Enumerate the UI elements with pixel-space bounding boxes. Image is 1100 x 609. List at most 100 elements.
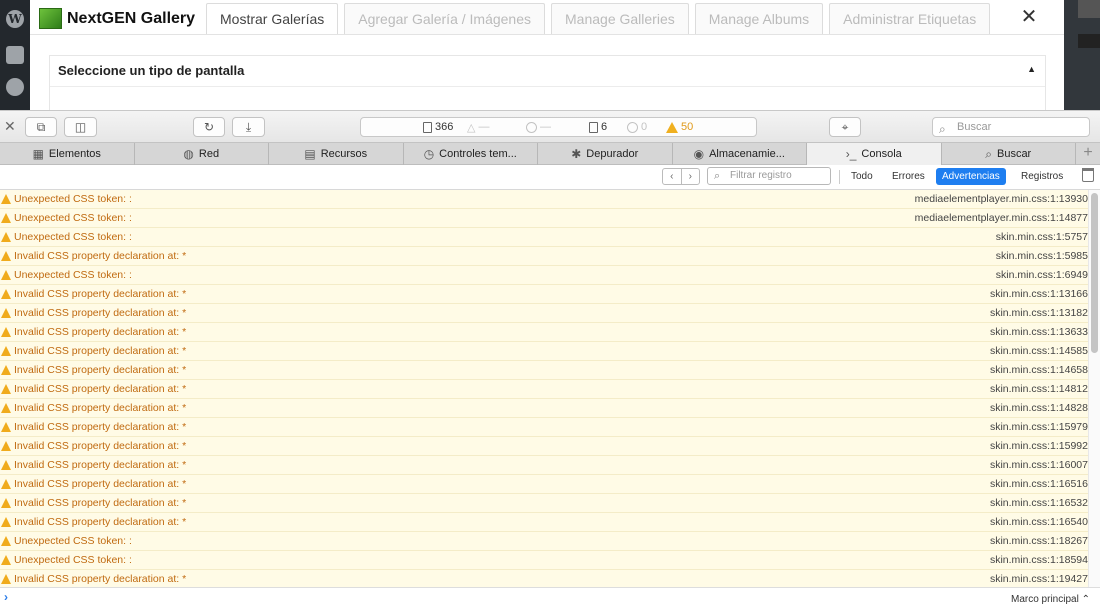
log-source-link[interactable]: skin.min.css:1:16540 — [990, 513, 1088, 531]
brand-name: NextGEN Gallery — [67, 9, 196, 27]
log-source-link[interactable]: skin.min.css:1:18594 — [990, 551, 1088, 569]
frame-selector[interactable]: Marco principal ⌃ — [1011, 594, 1090, 605]
log-row[interactable]: Invalid CSS property declaration at: * sk… — [0, 323, 1088, 342]
warning-icon — [1, 479, 11, 489]
log-row[interactable]: Unexpected CSS token: : skin.min.css:1:18… — [0, 551, 1088, 570]
nextgen-logo-icon — [39, 8, 62, 29]
tab-network[interactable]: ◍ Red — [135, 143, 269, 165]
log-message: Invalid CSS property declaration at: * — [14, 345, 187, 357]
log-row[interactable]: Invalid CSS property declaration at: * sk… — [0, 418, 1088, 437]
log-source-link[interactable]: skin.min.css:1:16007 — [990, 456, 1088, 474]
tab-console[interactable]: ›_ Consola — [807, 143, 942, 165]
console-log-list[interactable]: Unexpected CSS token: : mediaelementplaye… — [0, 190, 1088, 587]
log-row[interactable]: Invalid CSS property declaration at: * sk… — [0, 361, 1088, 380]
log-source-link[interactable]: mediaelementplayer.min.css:1:13930 — [915, 190, 1088, 208]
log-row[interactable]: Invalid CSS property declaration at: * sk… — [0, 342, 1088, 361]
log-row[interactable]: Unexpected CSS token: : mediaelementplaye… — [0, 209, 1088, 228]
gallery-tab[interactable]: Manage Albums — [694, 3, 824, 34]
download-button[interactable]: ⤓ — [232, 117, 265, 137]
log-row[interactable]: Unexpected CSS token: : skin.min.css:1:57… — [0, 228, 1088, 247]
gallery-tab[interactable]: Manage Galleries — [551, 3, 689, 34]
log-row[interactable]: Invalid CSS property declaration at: * sk… — [0, 285, 1088, 304]
log-source-link[interactable]: skin.min.css:1:18267 — [990, 532, 1088, 550]
log-row[interactable]: Invalid CSS property declaration at: * sk… — [0, 494, 1088, 513]
dock-mode-button[interactable]: ⧉ — [25, 117, 57, 137]
collapse-caret-icon[interactable]: ▲ — [1027, 64, 1036, 74]
log-source-link[interactable]: skin.min.css:1:6949 — [996, 266, 1088, 284]
scrollbar-thumb[interactable] — [1091, 193, 1098, 353]
log-message: Invalid CSS property declaration at: * — [14, 307, 187, 319]
log-source-link[interactable]: skin.min.css:1:5757 — [996, 228, 1088, 246]
log-message: Unexpected CSS token: : — [14, 269, 132, 281]
log-row[interactable]: Invalid CSS property declaration at: * sk… — [0, 380, 1088, 399]
filter-errors-button[interactable]: Errores — [886, 168, 931, 185]
media-icon[interactable] — [6, 78, 24, 96]
log-source-link[interactable]: skin.min.css:1:15992 — [990, 437, 1088, 455]
log-row[interactable]: Unexpected CSS token: : skin.min.css:1:69… — [0, 266, 1088, 285]
gallery-tab[interactable]: Administrar Etiquetas — [829, 3, 991, 34]
log-row[interactable]: Invalid CSS property declaration at: * sk… — [0, 456, 1088, 475]
log-row[interactable]: Unexpected CSS token: : skin.min.css:1:18… — [0, 532, 1088, 551]
gallery-tab[interactable]: Mostrar Galerías — [206, 3, 339, 34]
log-row[interactable]: Invalid CSS property declaration at: * sk… — [0, 570, 1088, 587]
dashboard-icon[interactable] — [6, 46, 24, 64]
history-nav[interactable]: ‹ › — [662, 168, 700, 185]
log-source-link[interactable]: skin.min.css:1:14658 — [990, 361, 1088, 379]
clear-console-trash-icon[interactable] — [1082, 168, 1094, 182]
log-row[interactable]: Invalid CSS property declaration at: * sk… — [0, 513, 1088, 532]
log-source-link[interactable]: skin.min.css:1:19427 — [990, 570, 1088, 587]
warning-count[interactable]: 50 — [666, 121, 693, 133]
log-row[interactable]: Invalid CSS property declaration at: * sk… — [0, 247, 1088, 266]
filter-log-input[interactable]: ⌕ Filtrar registro — [707, 167, 831, 185]
back-arrow-icon[interactable]: ‹ — [663, 169, 682, 184]
filter-warnings-button[interactable]: Advertencias — [936, 168, 1006, 185]
warning-icon — [1, 422, 11, 432]
inspect-element-button[interactable]: ⌖ — [829, 117, 861, 137]
log-row[interactable]: Invalid CSS property declaration at: * sk… — [0, 475, 1088, 494]
close-inspector-icon[interactable]: ✕ — [4, 118, 16, 135]
avatar[interactable] — [1078, 0, 1100, 18]
log-row[interactable]: Invalid CSS property declaration at: * sk… — [0, 304, 1088, 323]
log-scrollbar[interactable] — [1088, 190, 1100, 587]
log-source-link[interactable]: mediaelementplayer.min.css:1:14877 — [915, 209, 1088, 227]
tab-resources[interactable]: ▤ Recursos — [269, 143, 404, 165]
tab-debugger[interactable]: ✱ Depurador — [538, 143, 673, 165]
tab-elements[interactable]: ▦ Elementos — [0, 143, 135, 165]
close-modal-button[interactable]: ✕ — [1016, 4, 1042, 30]
log-row[interactable]: Invalid CSS property declaration at: * sk… — [0, 437, 1088, 456]
add-tab-button[interactable]: + — [1076, 143, 1100, 165]
log-row[interactable]: Invalid CSS property declaration at: * sk… — [0, 399, 1088, 418]
forward-arrow-icon[interactable]: › — [682, 169, 700, 184]
log-count[interactable]: 6 — [589, 121, 607, 133]
log-source-link[interactable]: skin.min.css:1:16532 — [990, 494, 1088, 512]
split-view-button[interactable]: ◫ — [64, 117, 97, 137]
tab-timelines[interactable]: ◷ Controles tem... — [404, 143, 538, 165]
log-message: Invalid CSS property declaration at: * — [14, 478, 187, 490]
gallery-tabs: Mostrar Galerías Agregar Galería / Imágen… — [206, 3, 991, 34]
log-source-link[interactable]: skin.min.css:1:16516 — [990, 475, 1088, 493]
log-source-link[interactable]: skin.min.css:1:14585 — [990, 342, 1088, 360]
warning-icon — [1, 194, 11, 204]
log-message: Invalid CSS property declaration at: * — [14, 383, 187, 395]
gallery-tab[interactable]: Agregar Galería / Imágenes — [344, 3, 546, 34]
filter-logs-button[interactable]: Registros — [1015, 168, 1069, 185]
console-prompt[interactable]: › Marco principal ⌃ — [0, 587, 1100, 609]
error-count[interactable]: 0 — [627, 121, 647, 133]
log-source-link[interactable]: skin.min.css:1:13182 — [990, 304, 1088, 322]
log-source-link[interactable]: skin.min.css:1:15979 — [990, 418, 1088, 436]
reload-button[interactable]: ↻ — [193, 117, 225, 137]
log-source-link[interactable]: skin.min.css:1:14812 — [990, 380, 1088, 398]
inspector-search-input[interactable]: ⌕ Buscar — [932, 117, 1090, 137]
tab-search[interactable]: ⌕ Buscar — [942, 143, 1076, 165]
wordpress-logo-icon[interactable]: W — [6, 10, 24, 28]
display-type-panel[interactable]: Seleccione un tipo de pantalla ▲ — [49, 55, 1046, 110]
log-source-link[interactable]: skin.min.css:1:14828 — [990, 399, 1088, 417]
log-row[interactable]: Unexpected CSS token: : mediaelementplaye… — [0, 190, 1088, 209]
log-source-link[interactable]: skin.min.css:1:13633 — [990, 323, 1088, 341]
admin-button[interactable] — [1078, 34, 1100, 48]
tab-storage[interactable]: ◉ Almacenamie... — [673, 143, 807, 165]
log-source-link[interactable]: skin.min.css:1:5985 — [996, 247, 1088, 265]
activity-viewer[interactable]: 366 △ — — 6 0 50 — [360, 117, 757, 137]
log-source-link[interactable]: skin.min.css:1:13166 — [990, 285, 1088, 303]
filter-all-button[interactable]: Todo — [845, 168, 879, 185]
